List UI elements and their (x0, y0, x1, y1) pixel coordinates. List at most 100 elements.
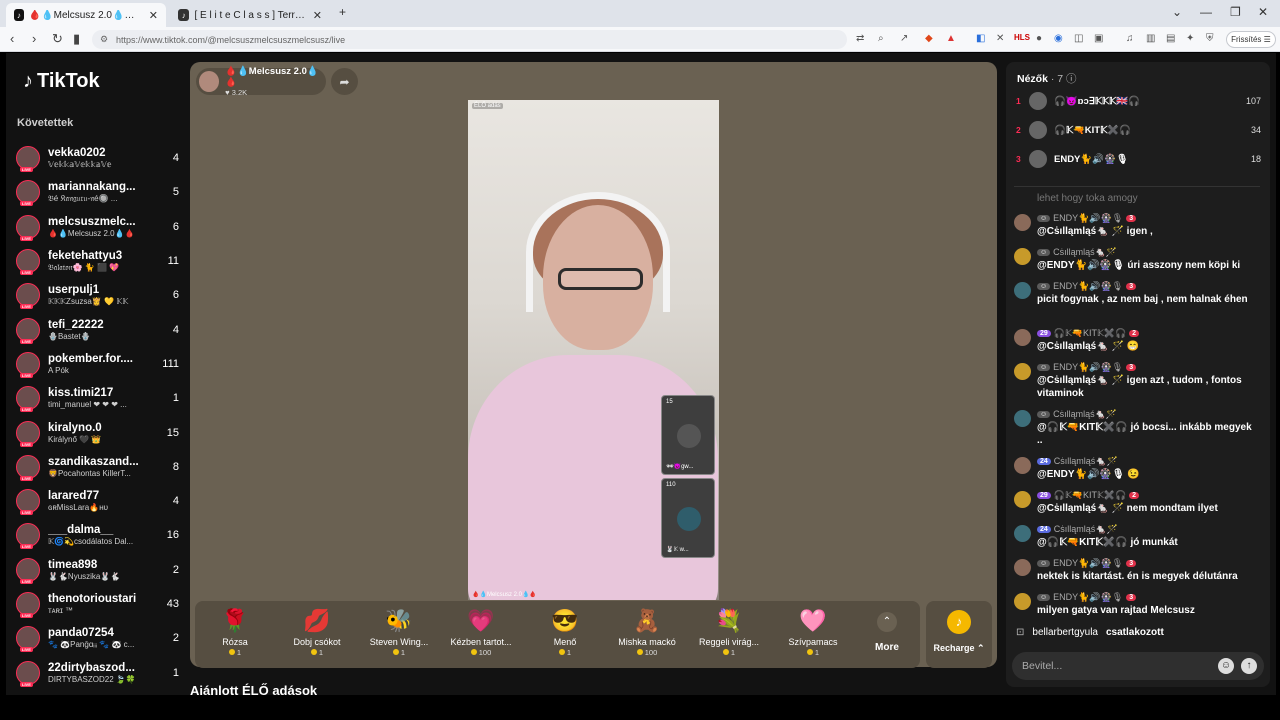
chat-username[interactable]: ENDY🐈🔊🎡🎙 (1053, 592, 1123, 603)
gift-item[interactable]: 💐 Reggeli virág... 1 (689, 605, 769, 665)
top-viewer-row[interactable]: 2 🎧𝕂🔫KIT𝕂✖️🎧 34 (1016, 119, 1261, 141)
following-avatar[interactable]: LIVE (16, 489, 40, 516)
following-avatar[interactable]: LIVE (16, 214, 40, 241)
following-item[interactable]: LIVE kiss.timi217 timi_manuel ❤ ❤ ❤ ... … (16, 381, 182, 415)
close-window-icon[interactable]: ✕ (1258, 5, 1268, 19)
following-item[interactable]: LIVE tefi_22222 🪬Bastet🪬 4 (16, 312, 182, 346)
tab-list-icon[interactable]: ⌄ (1172, 5, 1182, 19)
following-avatar[interactable]: LIVE (16, 146, 40, 173)
forward-icon[interactable]: › (32, 31, 36, 46)
following-avatar[interactable]: LIVE (16, 454, 40, 481)
tab-inactive[interactable]: ♪ [ E l i t e C l a s s ] TerrorM ✕ (170, 3, 330, 27)
translate-icon[interactable]: ⇄ (856, 33, 864, 44)
music-icon[interactable]: ♫ (1126, 33, 1134, 44)
bookmark-icon[interactable]: ▮ (73, 31, 80, 47)
chat-avatar[interactable] (1014, 214, 1031, 231)
chat-username[interactable]: 🎧𝕂🔫KIT𝕂✖️🎧 (1054, 490, 1126, 501)
new-tab-button[interactable]: + (339, 5, 346, 19)
following-avatar[interactable]: LIVE (16, 592, 40, 618)
following-item[interactable]: LIVE timea898 🐰🐇Nyuszika🐰🐇 2 (16, 553, 182, 587)
minimize-icon[interactable]: — (1200, 5, 1212, 19)
viewer-avatar[interactable] (1029, 150, 1047, 168)
help-icon[interactable]: ⓘ (1066, 73, 1077, 85)
chat-message[interactable]: ☺ ENDY🐈🔊🎡🎙 3 @Cṡılląmląś🐁 🪄 igen azt , tud… (1014, 362, 1264, 400)
chat-username[interactable]: Cṡılląmląś🐁🪄 (1054, 456, 1118, 467)
zoom-icon[interactable]: ⌕ (878, 33, 884, 44)
url-field[interactable]: ⚙ https://www.tiktok.com/@melcsuszmelcsu… (92, 30, 847, 49)
chat-username[interactable]: Cṡılląmląś🐁🪄 (1053, 247, 1117, 258)
guest-box[interactable]: 110 🐰𝕂 w... (661, 478, 715, 558)
gift-item[interactable]: 💗 Kézben tartot... 100 (441, 605, 521, 665)
following-item[interactable]: LIVE thenotorioustari ᴛᴀʀɪ ™ 43 (16, 587, 182, 621)
following-item[interactable]: LIVE pokember.for.... A Pók 111 (16, 347, 182, 381)
extension-hls-icon[interactable]: HLS (1014, 33, 1030, 42)
recharge-button[interactable]: ♪ Recharge ⌃ (926, 601, 992, 668)
chat-avatar[interactable] (1014, 329, 1031, 346)
following-item[interactable]: LIVE vekka0202 𝕍𝕖𝕜𝕜𝕒𝕍𝕖𝕜𝕜𝕒𝕍𝕖 4 (16, 141, 182, 175)
chat-avatar[interactable] (1014, 525, 1031, 542)
chat-avatar[interactable] (1014, 410, 1031, 427)
close-tab-icon[interactable]: ✕ (313, 9, 322, 22)
following-avatar[interactable]: LIVE (16, 351, 40, 378)
chat-username[interactable]: ENDY🐈🔊🎡🎙 (1053, 281, 1123, 292)
following-avatar[interactable]: LIVE (16, 626, 40, 653)
following-item[interactable]: LIVE panda07254 🐾 🐼Panḡɑᵢᵢᵢ 🐾 🐼 c... 2 (16, 621, 182, 655)
chat-username[interactable]: ENDY🐈🔊🎡🎙 (1053, 362, 1123, 373)
top-viewer-row[interactable]: 3 ENDY🐈🔊🎡🎙 18 (1016, 148, 1261, 170)
following-avatar[interactable]: LIVE (16, 386, 40, 413)
alert-icon[interactable]: ▲ (946, 33, 956, 44)
following-item[interactable]: LIVE 22dirtybaszod... DIRTYBASZOD22 🍃🍀 1 (16, 655, 182, 689)
tiktok-logo[interactable]: ♪ TikTok (23, 70, 100, 93)
extension-x-icon[interactable]: ✕ (996, 33, 1004, 44)
gift-item[interactable]: 😎 Menő 1 (525, 605, 605, 665)
ai-icon[interactable]: ✦ (1186, 33, 1194, 44)
chat-username[interactable]: Cṡılląmląś🐁🪄 (1054, 524, 1118, 535)
following-avatar[interactable]: LIVE (16, 420, 40, 447)
reload-icon[interactable]: ↻ (52, 31, 63, 47)
guest-box[interactable]: 15 🕶😈gw... (661, 395, 715, 475)
chat-message[interactable]: 29 🎧𝕂🔫KIT𝕂✖️🎧 2 @Cṡılląmląś🐁 🪄 nem mondtam… (1014, 490, 1264, 515)
chat-avatar[interactable] (1014, 363, 1031, 380)
extension-puzzle-icon[interactable]: ◫ (1074, 33, 1083, 44)
chat-message[interactable]: ☺ ENDY🐈🔊🎡🎙 3 @Cṡılląmląś🐁 🪄 igen , (1014, 213, 1264, 238)
following-item[interactable]: LIVE ___dalma__ 𝕂🌀💫csodálatos Dal... 16 (16, 518, 182, 552)
gift-item[interactable]: 🐝 Steven Wing... 1 (359, 605, 439, 665)
top-viewer-row[interactable]: 1 🎧😈ɒɔ∃𝕂𝕂𝕂🇬🇧🎧 107 (1016, 90, 1261, 112)
extension-translate-icon[interactable]: ◧ (976, 33, 985, 44)
gift-item[interactable]: 🧸 Mishka mackó 100 (607, 605, 687, 665)
vpn-icon[interactable]: ⛨ (1206, 33, 1214, 44)
following-avatar[interactable]: LIVE (16, 523, 40, 550)
send-icon[interactable]: ↑ (1241, 658, 1257, 674)
share-page-icon[interactable]: ↗ (900, 33, 908, 44)
chat-avatar[interactable] (1014, 559, 1031, 576)
host-badge[interactable]: 🩸💧Melcsusz 2.0💧🩸 ♥ 3.2K (196, 66, 326, 97)
tab-active[interactable]: ♪ 🩸💧Melcsusz 2.0💧🩸 (@mel ✕ (6, 3, 166, 27)
chat-username[interactable]: 🎧𝕂🔫KIT𝕂✖️🎧 (1054, 328, 1126, 339)
chat-input[interactable]: Bevitel... ☺ ↑ (1012, 652, 1264, 680)
chat-avatar[interactable] (1014, 282, 1031, 299)
back-icon[interactable]: ‹ (10, 31, 14, 46)
following-avatar[interactable]: LIVE (16, 249, 40, 276)
close-tab-icon[interactable]: ✕ (149, 9, 158, 22)
following-item[interactable]: LIVE userpulj1 𝕂𝕂𝕂Zsuzsa👸 💛 𝕂𝕂 6 (16, 278, 182, 312)
chat-message[interactable]: 29 🎧𝕂🔫KIT𝕂✖️🎧 2 @Cṡılląmląś🐁 🪄 😁 (1014, 328, 1264, 353)
chat-message[interactable]: 24 Cṡılląmląś🐁🪄 @ENDY🐈🔊🎡🎙 😉 (1014, 456, 1264, 481)
brave-shield-icon[interactable]: ◆ (925, 33, 933, 44)
chat-message[interactable]: ☺ ENDY🐈🔊🎡🎙 3 milyen gatya van rajtad Melcs… (1014, 592, 1264, 617)
site-info-icon[interactable]: ⚙ (100, 34, 108, 45)
chat-username[interactable]: Cṡılląmląś🐁🪄 (1053, 409, 1117, 420)
chat-message[interactable]: 24 Cṡılląmląś🐁🪄 @🎧𝕂🔫KIT𝕂✖️🎧 jó munkát (1014, 524, 1264, 549)
following-item[interactable]: LIVE szandikaszand... 🦁Pocahontas Killer… (16, 450, 182, 484)
chat-avatar[interactable] (1014, 593, 1031, 610)
chat-avatar[interactable] (1014, 457, 1031, 474)
extension-box-icon[interactable]: ▣ (1094, 33, 1103, 44)
gift-item[interactable]: 🩷 Szívpamacs 1 (773, 605, 853, 665)
update-button[interactable]: Frissítés ☰ (1226, 31, 1276, 48)
gift-item[interactable]: 🌹 Rózsa 1 (195, 605, 275, 665)
following-avatar[interactable]: LIVE (16, 660, 40, 687)
emoji-icon[interactable]: ☺ (1218, 658, 1234, 674)
following-item[interactable]: LIVE melcsuszmelc... 🩸💧Melcsusz 2.0💧🩸 6 (16, 210, 182, 244)
following-item[interactable]: LIVE mariannakang... 𝔅é 𝔎𝔞𝔫𝔤𝔲𝔯𝔲-𝔫é🔘 ... … (16, 175, 182, 209)
following-item[interactable]: LIVE kiralyno.0 Királynő 🖤 👑 15 (16, 415, 182, 449)
extension-circle-icon[interactable]: ● (1036, 33, 1042, 44)
